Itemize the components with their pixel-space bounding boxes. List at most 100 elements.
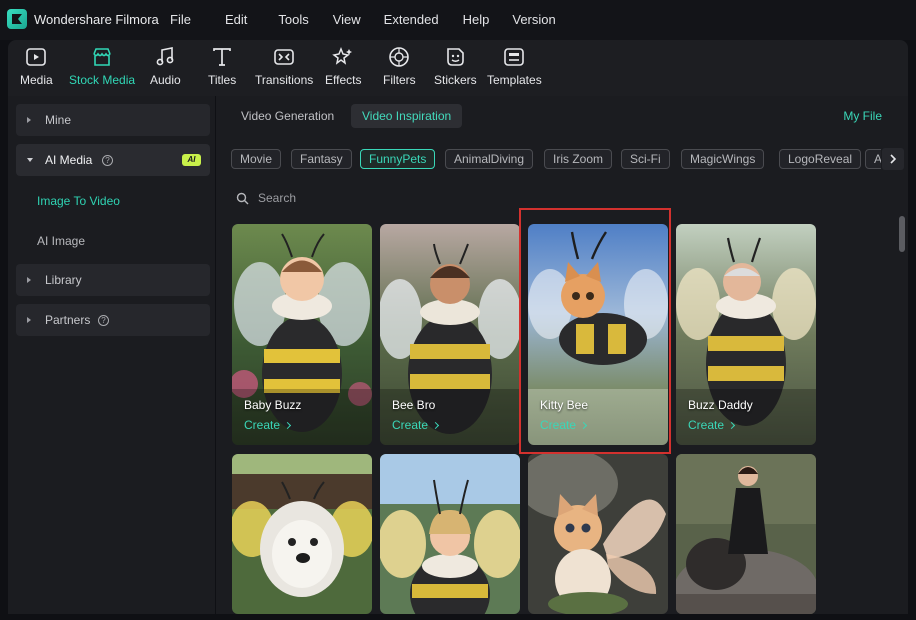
- titles-icon: [211, 46, 233, 68]
- sidebar-item-label: AI Media: [45, 153, 93, 167]
- search-bar: [236, 189, 536, 207]
- create-label: Create: [244, 418, 281, 432]
- menu-help[interactable]: Help: [463, 12, 490, 27]
- template-card-bee-bro[interactable]: Bee Bro Create: [380, 224, 520, 445]
- sidebar-item-ai-image[interactable]: AI Image: [37, 234, 85, 248]
- effects-icon: [332, 46, 354, 68]
- toolbar-audio[interactable]: Audio: [150, 46, 181, 87]
- menu-file[interactable]: File: [170, 12, 191, 27]
- audio-icon: [154, 46, 176, 68]
- menu-bar: File Edit Tools View Extended Help Versi…: [170, 12, 585, 27]
- sidebar-item-image-to-video[interactable]: Image To Video: [37, 194, 120, 208]
- card-title: Buzz Daddy: [688, 398, 753, 412]
- menu-version[interactable]: Version: [512, 12, 555, 27]
- menu-extended[interactable]: Extended: [384, 12, 439, 27]
- template-card-woman-elephant[interactable]: [676, 454, 816, 614]
- main-toolbar: Media Stock Media Audio Titles Transitio…: [8, 40, 908, 96]
- transitions-icon: [273, 46, 295, 68]
- chip-iris-zoom[interactable]: Iris Zoom: [544, 149, 613, 169]
- sidebar-item-ai-media[interactable]: AI Media ? AI: [16, 144, 210, 176]
- menu-view[interactable]: View: [333, 12, 361, 27]
- chevron-right-icon: [579, 421, 588, 430]
- kitten-fairy-thumbnail: [528, 454, 668, 614]
- toolbar-titles[interactable]: Titles: [208, 46, 236, 87]
- chip-animaldiving[interactable]: AnimalDiving: [445, 149, 534, 169]
- create-label: Create: [688, 418, 725, 432]
- create-link[interactable]: Create: [540, 418, 588, 432]
- dog-bee-thumbnail: [232, 454, 372, 614]
- help-icon[interactable]: ?: [102, 154, 113, 166]
- chip-movie[interactable]: Movie: [231, 149, 282, 169]
- toolbar-transitions-label: Transitions: [255, 73, 314, 87]
- chevron-right-icon: [431, 421, 440, 430]
- sidebar-item-mine[interactable]: Mine: [16, 104, 210, 136]
- sidebar-item-library[interactable]: Library: [16, 264, 210, 296]
- sidebar-item-label: Mine: [45, 113, 72, 127]
- woman-elephant-thumbnail: [676, 454, 816, 614]
- toolbar-transitions[interactable]: Transitions: [255, 46, 313, 87]
- tab-video-generation[interactable]: Video Generation: [230, 104, 345, 128]
- chips-next-button[interactable]: [882, 148, 904, 170]
- category-chips: Movie Fantasy FunnyPets AnimalDiving Iri…: [216, 146, 881, 172]
- toolbar-filters-label: Filters: [383, 73, 416, 87]
- my-file-link[interactable]: My File: [843, 109, 882, 123]
- chip-fantasy[interactable]: Fantasy: [291, 149, 352, 169]
- toolbar-effects[interactable]: Effects: [325, 46, 361, 87]
- toolbar-stock-media[interactable]: Stock Media: [69, 46, 135, 87]
- template-card-woman-bee[interactable]: [380, 454, 520, 614]
- stock-media-icon: [91, 46, 113, 68]
- toolbar-templates-label: Templates: [487, 73, 542, 87]
- ai-badge: AI: [182, 154, 201, 166]
- filters-icon: [388, 46, 410, 68]
- chevron-right-icon: [890, 154, 897, 164]
- chip-sci-fi[interactable]: Sci-Fi: [621, 149, 670, 169]
- template-card-kitty-bee[interactable]: Kitty Bee Create: [528, 224, 668, 445]
- toolbar-templates[interactable]: Templates: [487, 46, 542, 87]
- card-title: Baby Buzz: [244, 398, 302, 412]
- templates-icon: [503, 46, 525, 68]
- help-icon[interactable]: ?: [98, 314, 109, 326]
- toolbar-stock-media-label: Stock Media: [69, 73, 136, 87]
- scrollbar-thumb[interactable]: [899, 216, 905, 252]
- chip-ai[interactable]: AI: [865, 149, 881, 169]
- toolbar-stickers[interactable]: Stickers: [434, 46, 477, 87]
- toolbar-media-label: Media: [20, 73, 53, 87]
- chevron-right-icon: [283, 421, 292, 430]
- search-icon: [236, 192, 249, 204]
- sidebar-item-partners[interactable]: Partners ?: [16, 304, 210, 336]
- toolbar-titles-label: Titles: [208, 73, 237, 87]
- toolbar-media[interactable]: Media: [20, 46, 53, 87]
- card-title: Bee Bro: [392, 398, 436, 412]
- chip-logoreveal[interactable]: LogoReveal: [779, 149, 862, 169]
- filmora-logo-icon: [7, 9, 27, 29]
- create-link[interactable]: Create: [392, 418, 440, 432]
- template-card-baby-buzz[interactable]: Baby Buzz Create: [232, 224, 372, 445]
- app-name: Wondershare Filmora: [34, 12, 159, 27]
- tab-video-inspiration[interactable]: Video Inspiration: [351, 104, 463, 128]
- template-card-buzz-daddy[interactable]: Buzz Daddy Create: [676, 224, 816, 445]
- sidebar-item-label: Partners: [45, 313, 91, 327]
- toolbar-stickers-label: Stickers: [434, 73, 477, 87]
- create-link[interactable]: Create: [688, 418, 736, 432]
- chevron-right-icon: [27, 317, 31, 323]
- toolbar-filters[interactable]: Filters: [383, 46, 416, 87]
- template-card-dog-bee[interactable]: [232, 454, 372, 614]
- main-panel: Video Generation Video Inspiration My Fi…: [216, 96, 908, 614]
- search-input[interactable]: [258, 189, 518, 207]
- template-card-kitten-fairy[interactable]: [528, 454, 668, 614]
- toolbar-effects-label: Effects: [325, 73, 362, 87]
- chip-magicwings[interactable]: MagicWings: [681, 149, 765, 169]
- card-title: Kitty Bee: [540, 398, 589, 412]
- chevron-right-icon: [27, 117, 31, 123]
- create-link[interactable]: Create: [244, 418, 292, 432]
- menu-edit[interactable]: Edit: [225, 12, 247, 27]
- menu-tools[interactable]: Tools: [278, 12, 308, 27]
- chevron-right-icon: [727, 421, 736, 430]
- woman-bee-thumbnail: [380, 454, 520, 614]
- media-icon: [25, 46, 47, 68]
- sidebar: Mine AI Media ? AI Image To Video AI Ima…: [8, 96, 215, 614]
- sidebar-item-label: Library: [45, 273, 82, 287]
- chip-funnypets[interactable]: FunnyPets: [360, 149, 436, 169]
- chevron-right-icon: [27, 277, 31, 283]
- stickers-icon: [444, 46, 466, 68]
